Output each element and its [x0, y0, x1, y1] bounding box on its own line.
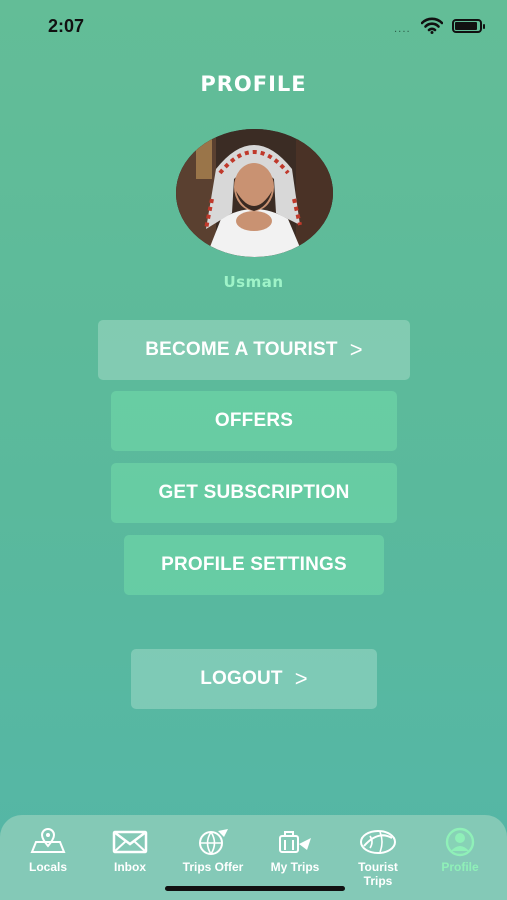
map-pin-icon: [8, 827, 88, 857]
globe-leaf-icon: [338, 827, 418, 857]
tab-my-trips-label: My Trips: [270, 860, 320, 874]
tab-tourist-trips[interactable]: Tourist Trips: [338, 827, 418, 888]
page-title: PROFILE: [200, 72, 307, 96]
user-name: Usman: [223, 273, 284, 291]
battery-icon: [452, 19, 485, 33]
tab-inbox[interactable]: Inbox: [90, 827, 170, 874]
mail-icon: [90, 827, 170, 857]
luggage-icon: [255, 827, 335, 857]
become-tourist-button[interactable]: BECOME A TOURIST >: [98, 320, 410, 380]
chevron-right-icon: >: [349, 337, 363, 362]
become-tourist-label: BECOME A TOURIST: [145, 339, 338, 360]
logout-button[interactable]: LOGOUT >: [131, 649, 377, 709]
tab-tourist-trips-label: Tourist Trips: [358, 860, 398, 888]
tab-my-trips[interactable]: My Trips: [255, 827, 335, 874]
tab-inbox-label: Inbox: [114, 860, 146, 874]
home-indicator: [165, 886, 345, 891]
wifi-icon: [420, 17, 444, 38]
tab-locals[interactable]: Locals: [8, 827, 88, 874]
get-subscription-label: GET SUBSCRIPTION: [158, 482, 350, 503]
offers-button[interactable]: OFFERS: [111, 391, 397, 451]
logout-label: LOGOUT: [200, 668, 283, 689]
globe-plane-icon: [173, 827, 253, 857]
user-icon: [420, 827, 500, 857]
profile-settings-button[interactable]: PROFILE SETTINGS: [124, 535, 384, 595]
avatar[interactable]: [176, 129, 333, 257]
tab-trips-offer[interactable]: Trips Offer: [173, 827, 253, 874]
chevron-right-icon: >: [294, 666, 308, 691]
signal-icon: ....: [394, 24, 411, 35]
tab-profile[interactable]: Profile: [420, 827, 500, 874]
status-time: 2:07: [48, 16, 85, 36]
offers-label: OFFERS: [214, 410, 294, 431]
tab-profile-label: Profile: [441, 860, 479, 874]
profile-photo: [176, 129, 333, 257]
status-bar: 2:07 ....: [0, 0, 507, 54]
tab-locals-label: Locals: [28, 860, 67, 874]
profile-settings-label: PROFILE SETTINGS: [161, 554, 347, 575]
tab-trips-offer-label: Trips Offer: [182, 860, 244, 874]
get-subscription-button[interactable]: GET SUBSCRIPTION: [111, 463, 397, 523]
